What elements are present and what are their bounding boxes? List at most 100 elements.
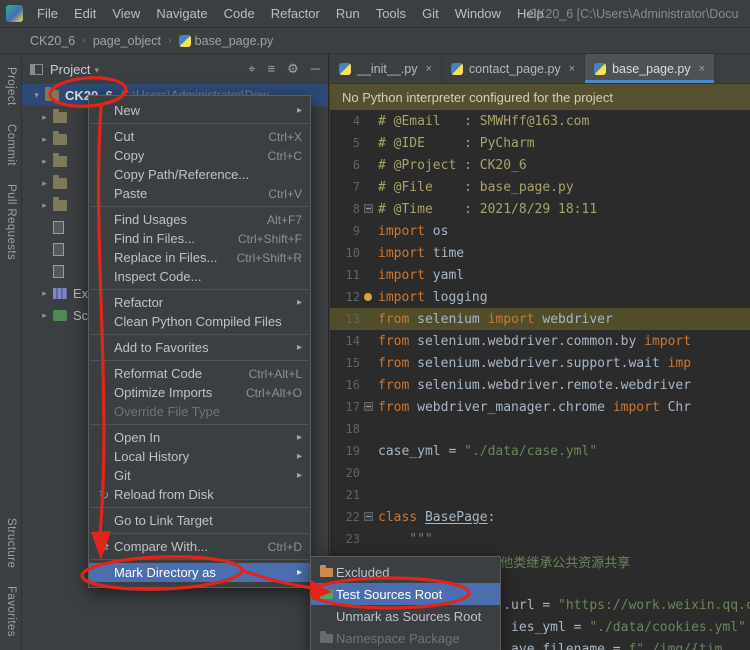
editor-tab-contact-page-py[interactable]: contact_page.py × (442, 54, 586, 83)
code-line-6[interactable]: 6 # @Project : CK20_6 (330, 154, 750, 176)
line-number: 12 (345, 290, 360, 304)
fold-icon[interactable] (364, 512, 373, 521)
menubar-item-window[interactable]: Window (447, 0, 509, 28)
context-menu-item-find-usages[interactable]: Find Usages Alt+F7 (89, 210, 310, 229)
tool-stripe-bottom-group: Structure Favorites (0, 509, 22, 646)
close-tab-icon[interactable]: × (425, 63, 431, 75)
code-line-12[interactable]: 12 import logging (330, 286, 750, 308)
tool-window-button-project[interactable]: Project (5, 67, 17, 106)
code-line-8[interactable]: 8 # @Time : 2021/8/29 18:11 (330, 198, 750, 220)
submenu-item-test-sources-root[interactable]: Test Sources Root (311, 583, 500, 605)
code-line-17[interactable]: 17 from webdriver_manager.chrome import C… (330, 396, 750, 418)
tool-window-button-commit[interactable]: Commit (5, 124, 17, 166)
chevron-expanded-icon: ▾ (34, 89, 39, 100)
collapse-all-icon[interactable]: ≡ (268, 61, 276, 77)
line-number: 4 (352, 114, 360, 128)
menubar-item-edit[interactable]: Edit (66, 0, 104, 28)
hide-panel-icon[interactable]: ─ (311, 61, 320, 77)
menubar-item-refactor[interactable]: Refactor (263, 0, 328, 28)
code-line-19[interactable]: 19 case_yml = "./data/case.yml" (330, 440, 750, 462)
menu-separator (90, 424, 309, 425)
code-line-7[interactable]: 7 # @File : base_page.py (330, 176, 750, 198)
code-line-11[interactable]: 11 import yaml (330, 264, 750, 286)
breadcrumb-item-page-object[interactable]: page_object (93, 34, 161, 48)
submenu-item-excluded[interactable]: Excluded (311, 561, 500, 583)
tool-window-button-pull-requests[interactable]: Pull Requests (5, 184, 17, 260)
line-number: 22 (345, 510, 360, 524)
context-menu-item-reload-from-disk[interactable]: ↻ Reload from Disk (89, 485, 310, 504)
line-number: 21 (345, 488, 360, 502)
fold-icon[interactable] (364, 204, 373, 213)
code-line-22[interactable]: 22 class BasePage: (330, 506, 750, 528)
gutter (360, 374, 378, 396)
context-menu-item-replace-in-files[interactable]: Replace in Files... Ctrl+Shift+R (89, 248, 310, 267)
code-line-10[interactable]: 10 import time (330, 242, 750, 264)
context-menu-item-clean-python-compiled-files[interactable]: Clean Python Compiled Files (89, 312, 310, 331)
gutter (360, 440, 378, 462)
project-panel-title[interactable]: Project (50, 62, 90, 77)
close-tab-icon[interactable]: × (699, 63, 705, 75)
context-menu-item-new[interactable]: New ▸ (89, 101, 310, 120)
menubar-item-code[interactable]: Code (216, 0, 263, 28)
menubar-item-tools[interactable]: Tools (368, 0, 414, 28)
locate-file-icon[interactable]: ⌖ (248, 61, 255, 77)
context-menu-item-open-in[interactable]: Open In ▸ (89, 428, 310, 447)
line-number: 17 (345, 400, 360, 414)
context-menu-item-local-history[interactable]: Local History ▸ (89, 447, 310, 466)
context-menu-item-copy-path-reference[interactable]: Copy Path/Reference... (89, 165, 310, 184)
menubar-item-run[interactable]: Run (328, 0, 368, 28)
chevron-collapsed-icon: ▸ (42, 287, 47, 298)
submenu-item-unmark-as-sources-root[interactable]: Unmark as Sources Root (311, 605, 500, 627)
code-line-18[interactable]: 18 (330, 418, 750, 440)
code-line-20[interactable]: 20 (330, 462, 750, 484)
context-menu: New ▸ Cut Ctrl+X Copy Ctrl+C Copy Path/Referen… (88, 95, 311, 588)
breadcrumb-separator-icon: › (82, 34, 86, 47)
code-line-16[interactable]: 16 from selenium.webdriver.remote.webdriv… (330, 374, 750, 396)
context-menu-item-mark-directory-as[interactable]: Mark Directory as ▸ (89, 563, 310, 582)
line-number: 15 (345, 356, 360, 370)
code-line-4[interactable]: 4 # @Email : SMWHff@163.com (330, 110, 750, 132)
context-menu-item-refactor[interactable]: Refactor ▸ (89, 293, 310, 312)
context-menu-item-add-to-favorites[interactable]: Add to Favorites ▸ (89, 338, 310, 357)
python-file-icon (594, 62, 607, 75)
diff-icon: ⇄ (98, 539, 110, 554)
breadcrumb-item-base-page-py[interactable]: base_page.py (178, 34, 273, 48)
code-line-15[interactable]: 15 from selenium.webdriver.support.wait i… (330, 352, 750, 374)
menu-separator (90, 360, 309, 361)
tool-window-button-structure[interactable]: Structure (5, 518, 17, 568)
chevron-collapsed-icon: ▸ (42, 155, 47, 166)
menubar-item-git[interactable]: Git (414, 0, 447, 28)
menubar-item-file[interactable]: File (29, 0, 66, 28)
editor-tab-init-py[interactable]: __init__.py × (330, 54, 442, 83)
menubar-item-view[interactable]: View (104, 0, 148, 28)
submenu-arrow-icon: ▸ (296, 470, 302, 481)
file-icon (53, 220, 64, 234)
fold-icon[interactable] (364, 402, 373, 411)
settings-gear-icon[interactable]: ⚙ (287, 61, 299, 77)
folder-namespace-icon (316, 630, 336, 643)
code-line-5[interactable]: 5 # @IDE : PyCharm (330, 132, 750, 154)
context-menu-item-copy[interactable]: Copy Ctrl+C (89, 146, 310, 165)
code-line-21[interactable]: 21 (330, 484, 750, 506)
context-menu-item-paste[interactable]: Paste Ctrl+V (89, 184, 310, 203)
context-menu-item-go-to-link-target[interactable]: Go to Link Target (89, 511, 310, 530)
context-menu-item-git[interactable]: Git ▸ (89, 466, 310, 485)
editor-tab-base-page-py[interactable]: base_page.py × (585, 54, 716, 83)
code-line-13[interactable]: 13 from selenium import webdriver (330, 308, 750, 330)
close-tab-icon[interactable]: × (569, 63, 575, 75)
banner-message: No Python interpreter configured for the… (342, 89, 613, 105)
context-menu-item-inspect-code[interactable]: Inspect Code... (89, 267, 310, 286)
tool-window-button-favorites[interactable]: Favorites (5, 586, 17, 637)
code-line-9[interactable]: 9 import os (330, 220, 750, 242)
context-menu-item-cut[interactable]: Cut Ctrl+X (89, 127, 310, 146)
context-menu-item-optimize-imports[interactable]: Optimize Imports Ctrl+Alt+O (89, 383, 310, 402)
context-menu-item-compare-with[interactable]: ⇄ Compare With... Ctrl+D (89, 537, 310, 556)
chevron-down-icon[interactable]: ▾ (94, 65, 99, 76)
code-line-14[interactable]: 14 from selenium.webdriver.common.by impo… (330, 330, 750, 352)
code-line-23[interactable]: 23 """ (330, 528, 750, 550)
menubar-item-navigate[interactable]: Navigate (148, 0, 215, 28)
context-menu-item-find-in-files[interactable]: Find in Files... Ctrl+Shift+F (89, 229, 310, 248)
line-number: 23 (345, 532, 360, 546)
breadcrumb-item-ck20-6[interactable]: CK20_6 (30, 34, 75, 48)
context-menu-item-reformat-code[interactable]: Reformat Code Ctrl+Alt+L (89, 364, 310, 383)
